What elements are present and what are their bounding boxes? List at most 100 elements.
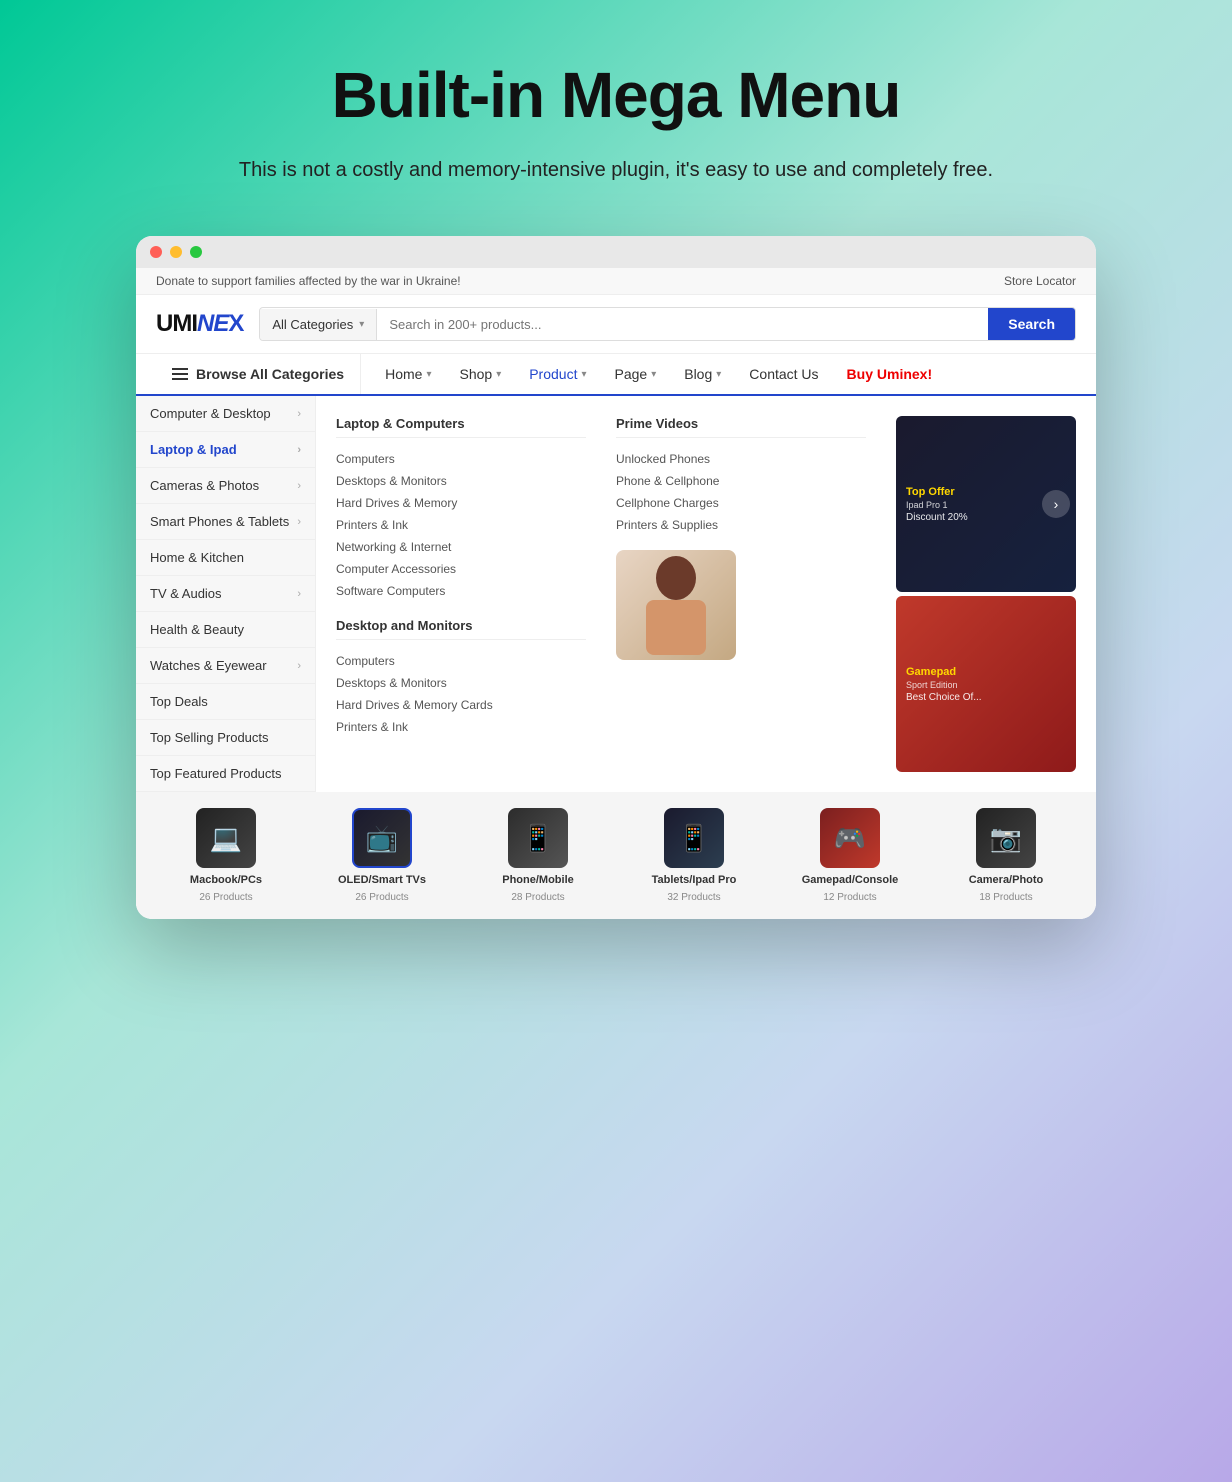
- sidebar-label-cameras-photos: Cameras & Photos: [150, 478, 259, 493]
- mega-link-phone-cellphone[interactable]: Phone & Cellphone: [616, 470, 866, 492]
- mega-link-software-computers[interactable]: Software Computers: [336, 580, 586, 602]
- sidebar-item-laptop-ipad[interactable]: Laptop & Ipad ›: [136, 432, 315, 468]
- sidebar-item-top-selling[interactable]: Top Selling Products: [136, 720, 315, 756]
- sidebar-item-top-deals[interactable]: Top Deals: [136, 684, 315, 720]
- nav-link-buy[interactable]: Buy Uminex!: [833, 354, 947, 394]
- promo-card-gamepad[interactable]: Gamepad Sport Edition Best Choice Of...: [896, 596, 1076, 772]
- categories-chevron-icon: ▾: [359, 319, 364, 330]
- nav-link-blog[interactable]: Blog ▾: [670, 354, 735, 394]
- product-card-tablet[interactable]: 📱 Tablets/Ipad Pro 32 Products: [624, 808, 764, 903]
- sidebar-tv-arrow-icon: ›: [297, 588, 301, 600]
- promo-card-ipad-discount: Discount 20%: [906, 512, 1066, 523]
- nav-link-home[interactable]: Home ▾: [371, 354, 445, 394]
- product-name-phone: Phone/Mobile: [502, 874, 574, 886]
- mega-col-prime-videos: Prime Videos Unlocked Phones Phone & Cel…: [616, 416, 866, 772]
- sidebar-arrow-icon: ›: [297, 408, 301, 420]
- sidebar-item-health-beauty[interactable]: Health & Beauty: [136, 612, 315, 648]
- mega-link-printers-supplies[interactable]: Printers & Supplies: [616, 514, 866, 536]
- product-card-gamepad[interactable]: 🎮 Gamepad/Console 12 Products: [780, 808, 920, 903]
- nav-link-page[interactable]: Page ▾: [601, 354, 671, 394]
- sidebar-label-smartphones-tablets: Smart Phones & Tablets: [150, 514, 289, 529]
- browser-chrome: [136, 236, 1096, 268]
- hamburger-icon: [172, 368, 188, 380]
- promo-card-ipad-title: Top Offer: [906, 486, 1066, 498]
- logo-text-nex: NE: [197, 310, 228, 337]
- mega-link-printers-ink-2[interactable]: Printers & Ink: [336, 716, 586, 738]
- product-count-macbook: 26 Products: [199, 892, 252, 903]
- product-count-tv: 26 Products: [355, 892, 408, 903]
- search-categories-dropdown[interactable]: All Categories ▾: [260, 309, 377, 340]
- site-logo[interactable]: UMINEX: [156, 310, 243, 338]
- product-img-gamepad: 🎮: [820, 808, 880, 868]
- sidebar-item-tv-audios[interactable]: TV & Audios ›: [136, 576, 315, 612]
- product-img-tv: 📺: [352, 808, 412, 868]
- sidebar-item-top-featured[interactable]: Top Featured Products: [136, 756, 315, 792]
- promo-card-gamepad-discount: Best Choice Of...: [906, 692, 1066, 703]
- mega-col-title-desktop-monitors: Desktop and Monitors: [336, 618, 586, 640]
- sidebar-smartphones-arrow-icon: ›: [297, 516, 301, 528]
- search-input[interactable]: [377, 309, 988, 340]
- mega-link-computers-1[interactable]: Computers: [336, 448, 586, 470]
- promo-card-gamepad-subtitle: Sport Edition: [906, 680, 1066, 690]
- sidebar-item-watches-eyewear[interactable]: Watches & Eyewear ›: [136, 648, 315, 684]
- mega-dropdown: Laptop & Computers Computers Desktops & …: [316, 396, 1096, 792]
- product-img-camera: 📷: [976, 808, 1036, 868]
- product-card-macbook[interactable]: 💻 Macbook/PCs 26 Products: [156, 808, 296, 903]
- hero-subtitle: This is not a costly and memory-intensiv…: [239, 154, 993, 186]
- sidebar-item-computer-desktop[interactable]: Computer & Desktop ›: [136, 396, 315, 432]
- topbar-left-text: Donate to support families affected by t…: [156, 274, 461, 288]
- sidebar-arrow-icon-active: ›: [297, 444, 301, 456]
- hero-image-area: Top Offer Ipad Pro 1 Discount 20% › Game…: [896, 416, 1076, 772]
- nav-link-contact[interactable]: Contact Us: [735, 354, 832, 394]
- browser-dot-minimize[interactable]: [170, 246, 182, 258]
- browse-all-categories[interactable]: Browse All Categories: [156, 354, 361, 394]
- browser-dot-close[interactable]: [150, 246, 162, 258]
- mega-link-computers-2[interactable]: Computers: [336, 650, 586, 672]
- nav-link-shop[interactable]: Shop ▾: [445, 354, 515, 394]
- mega-link-hard-drives-memory[interactable]: Hard Drives & Memory: [336, 492, 586, 514]
- product-img-macbook: 💻: [196, 808, 256, 868]
- promo-card-ipad[interactable]: Top Offer Ipad Pro 1 Discount 20% ›: [896, 416, 1076, 592]
- browser-dot-maximize[interactable]: [190, 246, 202, 258]
- browser-window: Donate to support families affected by t…: [136, 236, 1096, 919]
- product-count-phone: 28 Products: [511, 892, 564, 903]
- product-card-camera[interactable]: 📷 Camera/Photo 18 Products: [936, 808, 1076, 903]
- sidebar-label-home-kitchen: Home & Kitchen: [150, 550, 244, 565]
- promo-card-ipad-arrow-button[interactable]: ›: [1042, 490, 1070, 518]
- product-card-phone[interactable]: 📱 Phone/Mobile 28 Products: [468, 808, 608, 903]
- sidebar-item-home-kitchen[interactable]: Home & Kitchen: [136, 540, 315, 576]
- mega-link-computer-accessories[interactable]: Computer Accessories: [336, 558, 586, 580]
- mega-link-printers-ink-1[interactable]: Printers & Ink: [336, 514, 586, 536]
- sidebar-label-laptop-ipad: Laptop & Ipad: [150, 442, 237, 457]
- main-nav: Browse All Categories Home ▾ Shop ▾ Prod…: [136, 354, 1096, 396]
- nav-page-label: Page: [615, 366, 648, 382]
- product-name-tablet: Tablets/Ipad Pro: [652, 874, 737, 886]
- mega-link-hard-drives-memory-cards[interactable]: Hard Drives & Memory Cards: [336, 694, 586, 716]
- top-bar: Donate to support families affected by t…: [136, 268, 1096, 295]
- nav-link-product[interactable]: Product ▾: [515, 354, 600, 394]
- nav-product-chevron: ▾: [581, 369, 586, 380]
- product-img-tablet: 📱: [664, 808, 724, 868]
- sidebar-item-smartphones-tablets[interactable]: Smart Phones & Tablets ›: [136, 504, 315, 540]
- sidebar-label-top-featured: Top Featured Products: [150, 766, 282, 781]
- hero-title: Built-in Mega Menu: [239, 60, 993, 130]
- mega-link-networking-internet[interactable]: Networking & Internet: [336, 536, 586, 558]
- product-count-gamepad: 12 Products: [823, 892, 876, 903]
- sidebar-item-cameras-photos[interactable]: Cameras & Photos ›: [136, 468, 315, 504]
- sidebar-label-computer-desktop: Computer & Desktop: [150, 406, 271, 421]
- sidebar-label-top-deals: Top Deals: [150, 694, 208, 709]
- browse-all-label: Browse All Categories: [196, 366, 344, 382]
- nav-buy-label: Buy Uminex!: [847, 366, 933, 382]
- mega-link-desktops-monitors-1[interactable]: Desktops & Monitors: [336, 470, 586, 492]
- topbar-right-text: Store Locator: [1004, 274, 1076, 288]
- product-card-tv[interactable]: 📺 OLED/Smart TVs 26 Products: [312, 808, 452, 903]
- sidebar-cameras-arrow-icon: ›: [297, 480, 301, 492]
- sidebar-label-watches-eyewear: Watches & Eyewear: [150, 658, 267, 673]
- mega-link-desktops-monitors-2[interactable]: Desktops & Monitors: [336, 672, 586, 694]
- search-button[interactable]: Search: [988, 308, 1075, 340]
- mega-col-title-prime-videos: Prime Videos: [616, 416, 866, 438]
- mega-link-unlocked-phones[interactable]: Unlocked Phones: [616, 448, 866, 470]
- product-count-camera: 18 Products: [979, 892, 1032, 903]
- promo-image: [616, 550, 736, 660]
- mega-link-cellphone-charges[interactable]: Cellphone Charges: [616, 492, 866, 514]
